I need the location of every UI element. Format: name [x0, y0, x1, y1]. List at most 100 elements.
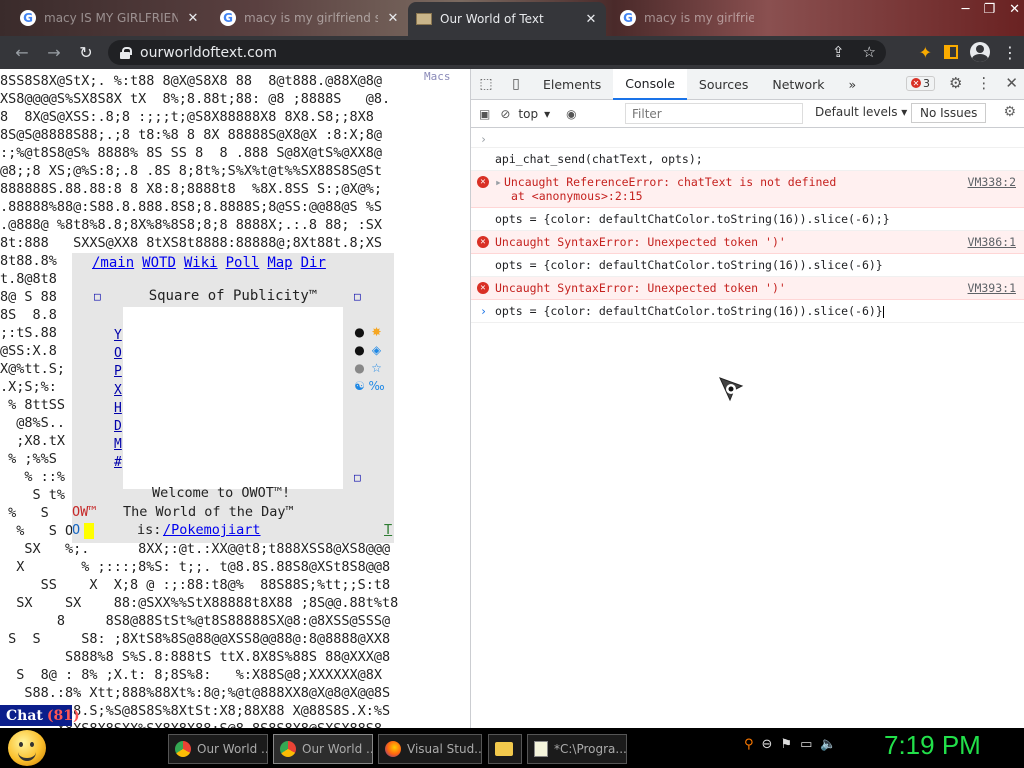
emoji-glyph[interactable]: ☆ [368, 359, 385, 377]
close-tab-icon[interactable]: ✕ [386, 11, 400, 26]
owot-text-row: .@888@ %8t8%8.8;8X%8%8S8;8;8 8888X;.:.8 … [0, 217, 383, 233]
close-tab-icon[interactable]: ✕ [186, 11, 200, 26]
tab-console[interactable]: Console [613, 68, 687, 100]
side-letter-link[interactable]: X [114, 382, 122, 400]
eye-icon[interactable]: ◉ [566, 107, 576, 121]
side-letter-link[interactable]: P [114, 363, 122, 381]
side-panel-icon[interactable] [944, 45, 958, 59]
address-bar[interactable]: ourworldoftext.com ⇪ ☆ [108, 40, 886, 65]
console-settings-icon[interactable]: ⚙ [1003, 104, 1016, 120]
close-window-icon[interactable]: ✕ [1009, 2, 1020, 17]
close-devtools-icon[interactable]: ✕ [1005, 74, 1018, 92]
action-center-flag-icon[interactable]: ⚑ [780, 737, 792, 752]
gear-icon[interactable]: ⚙ [949, 74, 962, 92]
log-levels-dropdown[interactable]: Default levels ▾ [815, 105, 907, 119]
google-icon: G [220, 10, 236, 26]
clear-console-icon[interactable]: ⊘ [500, 107, 510, 121]
owot-nav-link[interactable]: Map [267, 255, 292, 271]
minimize-icon[interactable]: ─ [962, 2, 970, 17]
emoji-glyph[interactable]: ● [351, 323, 368, 341]
emoji-glyph[interactable]: ◈ [368, 341, 385, 359]
wotd-tail[interactable]: T [384, 522, 392, 538]
publicity-ad-box[interactable] [123, 307, 343, 489]
devtools-menu-icon[interactable]: ⋮ [976, 74, 991, 92]
reload-icon[interactable]: ↻ [70, 43, 102, 62]
context-selector[interactable]: top ▾ [518, 107, 550, 121]
expand-triangle-icon[interactable]: ▸ [495, 175, 502, 189]
console-error-row: ✕ ▸ Uncaught ReferenceError: chatText is n… [471, 171, 1024, 208]
tab-2[interactable]: G macy is my girlfriend she ✕ [212, 4, 408, 32]
more-tabs-icon[interactable]: » [837, 69, 869, 100]
tab-1[interactable]: G macy IS MY GIRLFRIEND ✕ [12, 4, 208, 32]
emoji-glyph[interactable]: ✸ [368, 323, 385, 341]
chat-button[interactable]: Chat (81) [0, 705, 80, 726]
back-arrow-icon[interactable]: ← [6, 43, 38, 62]
tab-3[interactable]: Our World of Text ✕ [408, 2, 606, 36]
lock-icon[interactable] [120, 46, 132, 59]
google-icon: G [20, 10, 36, 26]
forward-arrow-icon[interactable]: → [38, 43, 70, 62]
console-input-row[interactable]: › opts = {color: defaultChatColor.toStrin… [471, 300, 1024, 323]
filter-input[interactable] [625, 103, 803, 124]
box-glyph[interactable]: □ [354, 290, 361, 303]
owot-page[interactable]: 8SS8S8X@StX;. %:t88 8@X@S8X8 88 8@t888.@… [0, 69, 470, 728]
box-glyph[interactable]: □ [94, 290, 101, 303]
error-counter[interactable]: ✕ 3 [905, 75, 935, 91]
source-link[interactable]: VM393:1 [968, 281, 1016, 295]
owot-nav-link[interactable]: /main [92, 255, 134, 271]
network-icon[interactable]: ▭ [800, 737, 812, 752]
side-letter-link[interactable]: D [114, 418, 122, 436]
console-output[interactable]: › api_chat_send(chatText, opts); ✕ ▸ Uncaugh… [471, 128, 1024, 323]
menu-kebab-icon[interactable]: ⋮ [1002, 43, 1018, 62]
bookmark-star-icon[interactable]: ☆ [863, 43, 876, 61]
tab-network[interactable]: Network [760, 69, 836, 100]
side-letter-link[interactable]: O [114, 345, 122, 363]
side-letter-link[interactable]: # [114, 454, 122, 472]
owot-text-row: 8S@S@8888S88;.;8 t8:%8 8 8X 88888S@X8@X … [0, 127, 383, 143]
source-link[interactable]: VM386:1 [968, 235, 1016, 249]
owot-nav-link[interactable]: WOTD [142, 255, 176, 271]
tab-sources[interactable]: Sources [687, 69, 760, 100]
taskbar-firefox[interactable]: Visual Stud... [378, 734, 482, 764]
minus-circle-icon[interactable]: ⊖ [762, 737, 773, 752]
emoji-glyph[interactable]: ☯ [351, 377, 368, 395]
eye-cursor-icon [719, 377, 744, 402]
start-button-smiley-icon[interactable] [8, 730, 46, 766]
taskbar-label: Our World ... [197, 742, 268, 756]
issues-button[interactable]: No Issues [911, 103, 987, 123]
owot-text-row: X % ;:::;8%S: t;;. t@8.8S.88S8@XSt8S8@@8 [0, 559, 391, 575]
tab-elements[interactable]: Elements [531, 69, 613, 100]
side-letter-link[interactable]: H [114, 400, 122, 418]
tab-title: Our World of Text [440, 12, 544, 26]
close-tab-icon[interactable]: ✕ [584, 12, 598, 27]
device-toggle-icon[interactable]: ▯ [501, 76, 531, 92]
wotd-link[interactable]: /Pokemojiart [163, 522, 261, 538]
search-icon[interactable]: ⚲ [744, 737, 754, 752]
taskbar-chrome-1[interactable]: Our World ... [168, 734, 268, 764]
box-glyph[interactable]: □ [354, 471, 361, 484]
extensions-puzzle-icon[interactable]: ✦ [919, 43, 932, 62]
taskbar-notepad[interactable]: *C:\Progra... [527, 734, 627, 764]
maximize-icon[interactable]: ❐ [983, 2, 995, 17]
wotd-prefix: is: [137, 522, 162, 538]
emoji-glyph[interactable]: ‰ [368, 377, 385, 395]
profile-avatar-icon[interactable] [970, 42, 990, 62]
owot-nav-link[interactable]: Poll [226, 255, 260, 271]
owot-nav-link[interactable]: Wiki [184, 255, 218, 271]
taskbar-chrome-2[interactable]: Our World ... [273, 734, 373, 764]
taskbar-explorer[interactable] [488, 734, 522, 764]
console-text: opts = {color: defaultChatColor.toString… [495, 258, 883, 272]
yellow-cell [84, 523, 94, 539]
emoji-glyph[interactable]: ● [351, 359, 368, 377]
share-icon[interactable]: ⇪ [832, 43, 845, 61]
side-letter-link[interactable]: Y [114, 327, 122, 345]
taskbar-clock[interactable]: 7:19 PM [884, 730, 981, 761]
source-link[interactable]: VM338:2 [968, 175, 1016, 189]
tab-4[interactable]: G macy is my girlfrie [612, 4, 762, 32]
side-letter-link[interactable]: M [114, 436, 122, 454]
inspect-element-icon[interactable]: ⬚ [471, 76, 501, 92]
volume-icon[interactable]: 🔈 [820, 737, 836, 752]
sidebar-toggle-icon[interactable]: ▣ [479, 107, 490, 121]
emoji-glyph[interactable]: ● [351, 341, 368, 359]
owot-nav-link[interactable]: Dir [301, 255, 326, 271]
